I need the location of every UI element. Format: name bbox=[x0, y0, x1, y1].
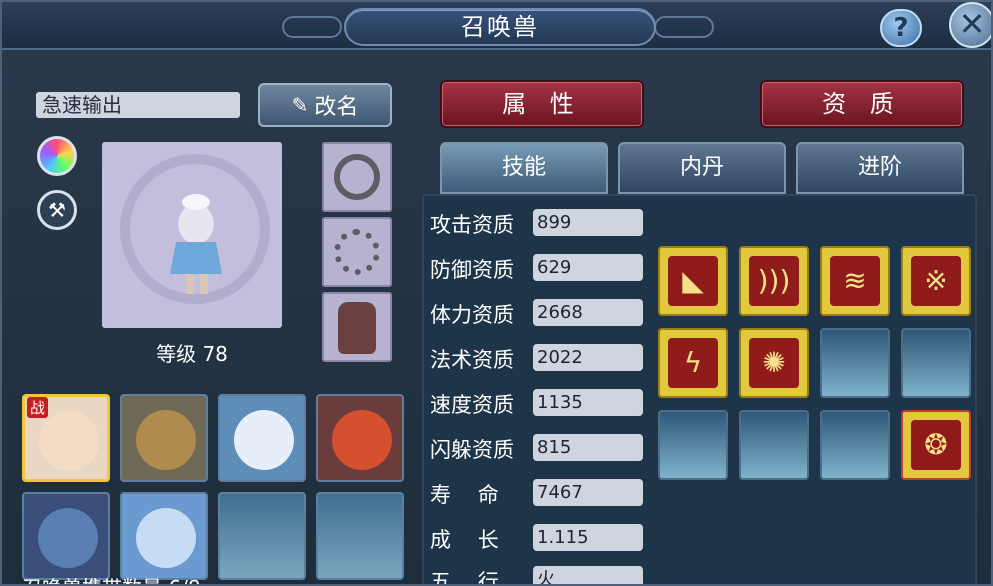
stat-label: 体力资质 bbox=[430, 303, 514, 327]
skill-slot-2[interactable]: ))) bbox=[739, 246, 809, 316]
skill-slot-12[interactable]: ❂ bbox=[901, 410, 971, 480]
window-title: 召唤兽 bbox=[461, 13, 539, 41]
whirl-skill-icon: ✺ bbox=[749, 338, 799, 388]
lightning-storm-skill-icon: ϟ bbox=[668, 338, 718, 388]
equip-slot-ring[interactable] bbox=[322, 142, 392, 212]
tab-core[interactable]: 内丹 bbox=[618, 142, 786, 194]
pencil-icon: ✎ bbox=[291, 93, 309, 117]
rename-label: 改名 bbox=[314, 95, 359, 120]
skill-slot-5[interactable]: ϟ bbox=[658, 328, 728, 398]
equip-slot-bracelet[interactable] bbox=[322, 217, 392, 287]
pet-slot-4[interactable] bbox=[316, 394, 404, 482]
help-icon[interactable]: ? bbox=[880, 9, 922, 47]
pet-count-label: 召唤兽携带数量 6/8 bbox=[22, 572, 201, 584]
stat-value: 2668 bbox=[533, 299, 643, 326]
pet-slot-2[interactable] bbox=[120, 394, 208, 482]
bracelet-icon bbox=[334, 229, 380, 275]
ornament-left bbox=[282, 16, 342, 38]
griffin-icon bbox=[136, 410, 196, 470]
rename-button[interactable]: ✎ 改名 bbox=[258, 83, 392, 127]
tab-skills[interactable]: 技能 bbox=[440, 142, 608, 194]
tab-aptitude[interactable]: 资 质 bbox=[760, 80, 964, 128]
skill-slot-empty[interactable] bbox=[820, 328, 890, 398]
pet-slot-empty[interactable] bbox=[218, 492, 306, 580]
pet-slot-1[interactable]: 战 bbox=[22, 394, 110, 482]
title-bar: 召唤兽 ? ✕ bbox=[2, 2, 991, 50]
polar-bear-icon bbox=[234, 410, 294, 470]
tribal-skill-icon: ※ bbox=[911, 256, 961, 306]
skill-slot-3[interactable]: ≋ bbox=[820, 246, 890, 316]
stat-label: 成 长 bbox=[430, 528, 499, 552]
pet-name-field[interactable]: 急速输出 bbox=[36, 92, 240, 118]
stat-value: 899 bbox=[533, 209, 643, 236]
drift-skill-icon: ≋ bbox=[830, 256, 880, 306]
pet-window: 召唤兽 ? ✕ 急速输出 ✎ 改名 ⚒ 等级 78 战 召唤兽携带数量 6/8 … bbox=[0, 0, 993, 586]
stat-value: 7467 bbox=[533, 479, 643, 506]
pet-portrait bbox=[102, 142, 282, 328]
stat-label: 闪躲资质 bbox=[430, 438, 514, 462]
claw-skill-icon: ❂ bbox=[911, 420, 961, 470]
skill-slot-empty[interactable] bbox=[739, 410, 809, 480]
equip-slot-armor[interactable] bbox=[322, 292, 392, 362]
stat-label: 法术资质 bbox=[430, 348, 514, 372]
skill-slot-empty[interactable] bbox=[901, 328, 971, 398]
close-icon[interactable]: ✕ bbox=[949, 2, 991, 48]
skill-slot-empty[interactable] bbox=[658, 410, 728, 480]
pet-slot-5[interactable] bbox=[22, 492, 110, 580]
tab-attributes[interactable]: 属 性 bbox=[440, 80, 644, 128]
ring-icon bbox=[334, 154, 380, 200]
stat-value: 1.115 bbox=[533, 524, 643, 551]
ornament-right bbox=[654, 16, 714, 38]
pet-figure bbox=[170, 194, 222, 294]
stat-value: 火 bbox=[533, 566, 643, 584]
skill-slot-4[interactable]: ※ bbox=[901, 246, 971, 316]
pet-slot-empty[interactable] bbox=[316, 492, 404, 580]
skill-slot-6[interactable]: ✺ bbox=[739, 328, 809, 398]
dark-fairy-icon bbox=[38, 508, 98, 568]
color-change-icon[interactable] bbox=[37, 136, 77, 176]
skill-slot-empty[interactable] bbox=[820, 410, 890, 480]
battle-badge: 战 bbox=[27, 397, 49, 418]
bleed-skill-icon: ◣ bbox=[668, 256, 718, 306]
stat-value: 2022 bbox=[533, 344, 643, 371]
pet-level: 等级 78 bbox=[156, 342, 228, 366]
stat-label: 防御资质 bbox=[430, 258, 514, 282]
pet-slot-3[interactable] bbox=[218, 394, 306, 482]
skill-slot-1[interactable]: ◣ bbox=[658, 246, 728, 316]
ice-fairy-icon bbox=[136, 508, 196, 568]
armor-icon bbox=[338, 302, 376, 354]
pet-slot-6[interactable] bbox=[120, 492, 208, 580]
stat-label: 速度资质 bbox=[430, 393, 514, 417]
stat-label: 寿 命 bbox=[430, 483, 499, 507]
stat-label: 攻击资质 bbox=[430, 213, 514, 237]
stat-value: 629 bbox=[533, 254, 643, 281]
stat-value: 1135 bbox=[533, 389, 643, 416]
signal-skill-icon: ))) bbox=[749, 256, 799, 306]
stat-label: 五 行 bbox=[430, 570, 499, 586]
tab-advance[interactable]: 进阶 bbox=[796, 142, 964, 194]
hammer-icon[interactable]: ⚒ bbox=[37, 190, 77, 230]
fire-dragon-icon bbox=[332, 410, 392, 470]
doll-icon bbox=[39, 411, 99, 471]
stat-value: 815 bbox=[533, 434, 643, 461]
